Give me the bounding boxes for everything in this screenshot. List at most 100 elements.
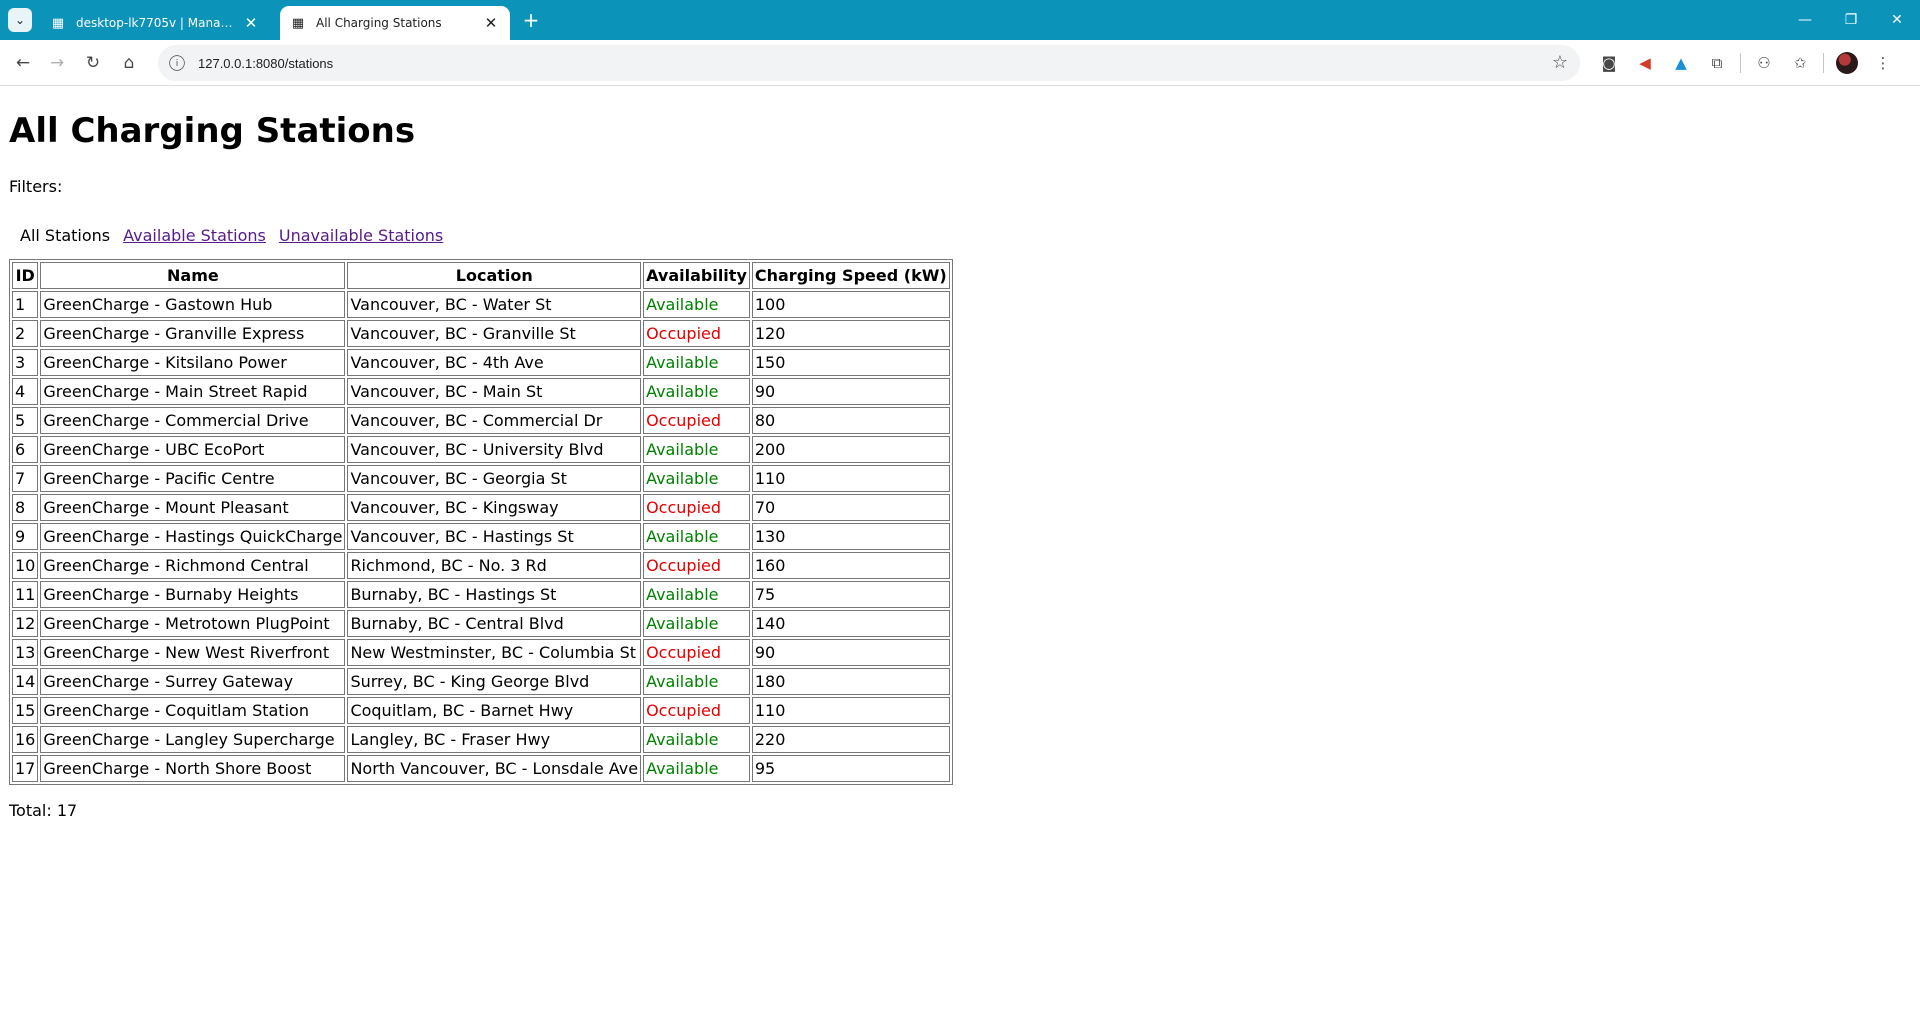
cell-availability: Occupied: [643, 407, 750, 434]
cell-name: GreenCharge - Commercial Drive: [40, 407, 346, 434]
cell-id: 5: [12, 407, 39, 434]
bookmark-star-icon[interactable]: ☆: [1552, 52, 1568, 73]
stations-table-body: 1 GreenCharge - Gastown Hub Vancouver, BC …: [12, 291, 950, 782]
cell-charging-speed: 130: [751, 523, 950, 550]
cell-location: Vancouver, BC - Hastings St: [347, 523, 642, 550]
favorites-star-icon[interactable]: ✩: [1787, 50, 1813, 76]
cell-charging-speed: 100: [751, 291, 950, 318]
cell-location: Vancouver, BC - 4th Ave: [347, 349, 642, 376]
table-row: 10 GreenCharge - Richmond Central Richmond…: [12, 552, 950, 579]
cell-location: Vancouver, BC - Water St: [347, 291, 642, 318]
cell-charging-speed: 140: [751, 610, 950, 637]
close-window-icon[interactable]: ✕: [1874, 0, 1920, 40]
cell-availability: Occupied: [643, 639, 750, 666]
table-row: 7 GreenCharge - Pacific Centre Vancouver, …: [12, 465, 950, 492]
table-row: 9 GreenCharge - Hastings QuickCharge Vanco…: [12, 523, 950, 550]
cell-name: GreenCharge - Richmond Central: [40, 552, 346, 579]
tab-management[interactable]: ▦ desktop-lk7705v | Management ✕: [40, 6, 270, 40]
profile-avatar[interactable]: [1834, 50, 1860, 76]
site-info-icon[interactable]: i: [169, 55, 185, 71]
table-row: 5 GreenCharge - Commercial Drive Vancouver…: [12, 407, 950, 434]
cell-location: Vancouver, BC - Granville St: [347, 320, 642, 347]
restore-icon[interactable]: ❐: [1828, 0, 1874, 40]
window-controls: — ❐ ✕: [1782, 0, 1920, 40]
cell-name: GreenCharge - UBC EcoPort: [40, 436, 346, 463]
cell-name: GreenCharge - Langley Supercharge: [40, 726, 346, 753]
cell-location: Richmond, BC - No. 3 Rd: [347, 552, 642, 579]
address-bar[interactable]: i 127.0.0.1:8080/stations ☆: [158, 45, 1580, 81]
cell-id: 12: [12, 610, 39, 637]
cell-name: GreenCharge - New West Riverfront: [40, 639, 346, 666]
filter-available-stations-link[interactable]: Available Stations: [123, 226, 266, 245]
header-availability: Availability: [643, 262, 750, 289]
cell-availability: Available: [643, 668, 750, 695]
cell-id: 4: [12, 378, 39, 405]
cell-charging-speed: 75: [751, 581, 950, 608]
table-row: 12 GreenCharge - Metrotown PlugPoint Burna…: [12, 610, 950, 637]
cell-availability: Available: [643, 349, 750, 376]
table-row: 3 GreenCharge - Kitsilano Power Vancouver,…: [12, 349, 950, 376]
header-name: Name: [40, 262, 346, 289]
cell-id: 8: [12, 494, 39, 521]
cell-name: GreenCharge - Mount Pleasant: [40, 494, 346, 521]
cell-id: 3: [12, 349, 39, 376]
cell-availability: Occupied: [643, 552, 750, 579]
puzzle-piece-icon[interactable]: ⧉: [1704, 50, 1730, 76]
megaphone-icon[interactable]: ◀: [1632, 50, 1658, 76]
cell-availability: Available: [643, 378, 750, 405]
cell-location: Vancouver, BC - Georgia St: [347, 465, 642, 492]
incognito-icon[interactable]: ⚇: [1751, 50, 1777, 76]
cell-availability: Occupied: [643, 320, 750, 347]
cell-id: 2: [12, 320, 39, 347]
cell-id: 16: [12, 726, 39, 753]
tab-title: All Charging Stations: [316, 16, 442, 30]
url-text[interactable]: 127.0.0.1:8080/stations: [198, 56, 333, 71]
cell-id: 7: [12, 465, 39, 492]
cell-charging-speed: 80: [751, 407, 950, 434]
filter-unavailable-stations-link[interactable]: Unavailable Stations: [279, 226, 443, 245]
table-row: 1 GreenCharge - Gastown Hub Vancouver, BC …: [12, 291, 950, 318]
cell-charging-speed: 110: [751, 465, 950, 492]
cell-id: 13: [12, 639, 39, 666]
cell-id: 10: [12, 552, 39, 579]
cell-name: GreenCharge - North Shore Boost: [40, 755, 346, 782]
table-row: 13 GreenCharge - New West Riverfront New W…: [12, 639, 950, 666]
table-row: 15 GreenCharge - Coquitlam Station Coquitl…: [12, 697, 950, 724]
stations-table: ID Name Location Availability Charging S…: [9, 259, 953, 785]
browser-tab-bar: ⌄ ▦ desktop-lk7705v | Management ✕ ▦ All…: [0, 0, 1920, 40]
cell-availability: Available: [643, 726, 750, 753]
home-icon[interactable]: ⌂: [116, 50, 142, 76]
cell-charging-speed: 95: [751, 755, 950, 782]
cell-id: 6: [12, 436, 39, 463]
minimize-icon[interactable]: —: [1782, 0, 1828, 40]
forward-arrow-icon[interactable]: →: [44, 50, 70, 76]
cell-location: Burnaby, BC - Hastings St: [347, 581, 642, 608]
cloud-extension-icon[interactable]: ▲: [1668, 50, 1694, 76]
reload-icon[interactable]: ↻: [80, 50, 106, 76]
table-row: 6 GreenCharge - UBC EcoPort Vancouver, BC …: [12, 436, 950, 463]
cell-availability: Available: [643, 523, 750, 550]
camera-icon[interactable]: ◙: [1596, 50, 1622, 76]
close-icon[interactable]: ✕: [482, 14, 500, 32]
toolbar-divider: [1740, 53, 1741, 73]
cell-charging-speed: 90: [751, 639, 950, 666]
filters-bar: All Stations Available Stations Unavaila…: [20, 226, 443, 245]
cell-name: GreenCharge - Hastings QuickCharge: [40, 523, 346, 550]
cell-charging-speed: 180: [751, 668, 950, 695]
header-id: ID: [12, 262, 39, 289]
tab-all-charging-stations[interactable]: ▦ All Charging Stations ✕: [280, 6, 510, 40]
back-arrow-icon[interactable]: ←: [10, 50, 36, 76]
cell-name: GreenCharge - Burnaby Heights: [40, 581, 346, 608]
menu-kebab-icon[interactable]: ⋮: [1870, 50, 1896, 76]
cell-name: GreenCharge - Main Street Rapid: [40, 378, 346, 405]
cell-location: Langley, BC - Fraser Hwy: [347, 726, 642, 753]
new-tab-plus-icon[interactable]: +: [520, 8, 542, 32]
cell-id: 11: [12, 581, 39, 608]
close-icon[interactable]: ✕: [242, 14, 260, 32]
cell-name: GreenCharge - Metrotown PlugPoint: [40, 610, 346, 637]
cell-charging-speed: 150: [751, 349, 950, 376]
cell-location: New Westminster, BC - Columbia St: [347, 639, 642, 666]
tab-search-chevron-icon[interactable]: ⌄: [8, 8, 32, 32]
cell-id: 9: [12, 523, 39, 550]
cell-location: Vancouver, BC - Commercial Dr: [347, 407, 642, 434]
